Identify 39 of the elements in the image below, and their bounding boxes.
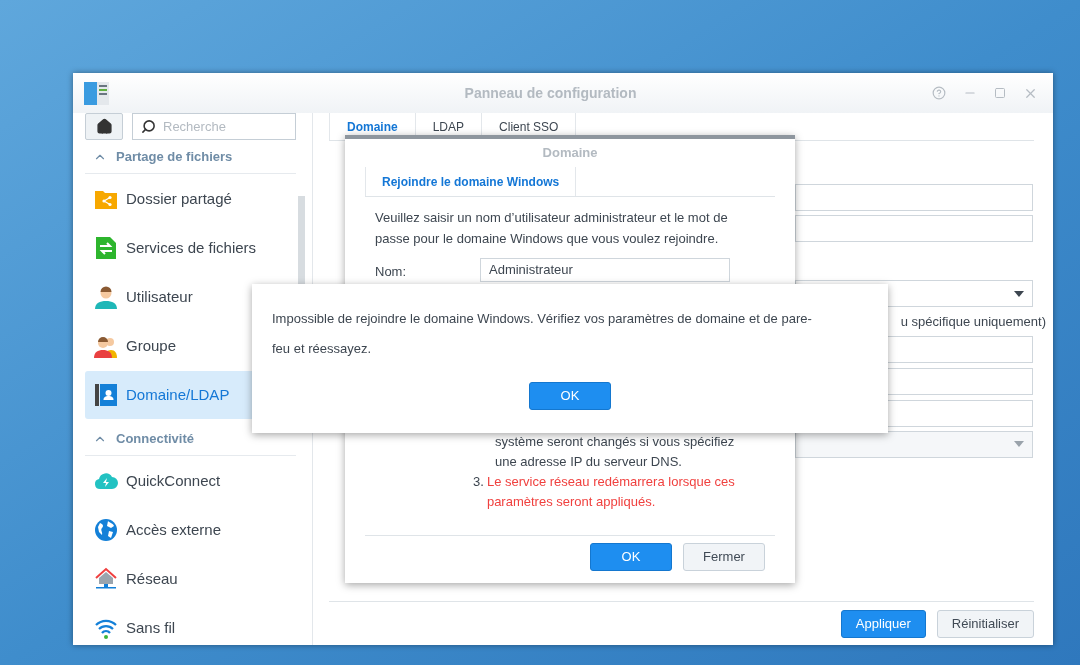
dropdown-caret-icon <box>1014 441 1024 447</box>
list-number: 3. <box>472 473 485 491</box>
maximize-icon[interactable] <box>994 87 1006 99</box>
user-icon <box>94 285 118 309</box>
help-icon[interactable] <box>932 86 946 100</box>
tab[interactable]: Rejoindre le domaine Windows <box>365 167 577 196</box>
file-transfer-icon <box>94 236 118 260</box>
section-title: Connectivité <box>116 429 194 448</box>
note-text: Le service réseau redémarrera lorsque ces paramètres seront appliqués. <box>486 473 736 511</box>
sidebar-item[interactable]: QuickConnect <box>85 457 285 505</box>
dialog-title: Domaine <box>541 144 599 163</box>
error-message: Impossible de rejoindre le domaine Windows. Vérifiez vos paramètres de domaine et de pare-feu et réessayez. <box>272 310 813 358</box>
sidebar-item[interactable]: Dossier partagé <box>85 175 285 223</box>
section-title: Partage de fichiers <box>116 147 233 166</box>
setting-note: u spécifique uniquement) <box>900 313 1046 331</box>
sidebar-item[interactable]: Réseau <box>85 555 285 603</box>
dropdown-caret-icon <box>1014 290 1024 297</box>
note-text: système seront changés si vous spécifiez une adresse IP du serveur DNS. <box>495 433 736 471</box>
sidebar-item[interactable]: Accès externe <box>85 506 285 554</box>
text-field[interactable] <box>795 184 1033 211</box>
sidebar-item[interactable]: Services de fichiers <box>85 224 285 272</box>
search-icon <box>141 119 156 134</box>
home-button[interactable] <box>85 113 123 140</box>
search-field[interactable]: Recherche <box>132 113 296 140</box>
name-label: Nom: <box>375 263 408 281</box>
group-icon <box>94 334 118 358</box>
instructions-text: Veuillez saisir un nom d’utilisateur administrateur et le mot de passe pour le domaine Windows que vous voulez rejoindre. <box>374 209 729 248</box>
name-field[interactable]: Administrateur <box>480 258 730 282</box>
address-book-icon <box>94 383 118 407</box>
reset-button[interactable]: Réinitialiser <box>936 609 1034 638</box>
window-title: Panneau de configuration <box>463 83 638 103</box>
section-header[interactable]: Partage de fichiers <box>85 140 296 174</box>
close-button[interactable]: Fermer <box>683 542 765 571</box>
sidebar-item[interactable]: Sans fil <box>85 604 285 645</box>
globe-icon <box>94 518 118 542</box>
app-icon <box>84 81 109 105</box>
text-field[interactable] <box>795 215 1033 242</box>
home-icon <box>95 118 113 135</box>
house-network-icon <box>94 567 118 591</box>
